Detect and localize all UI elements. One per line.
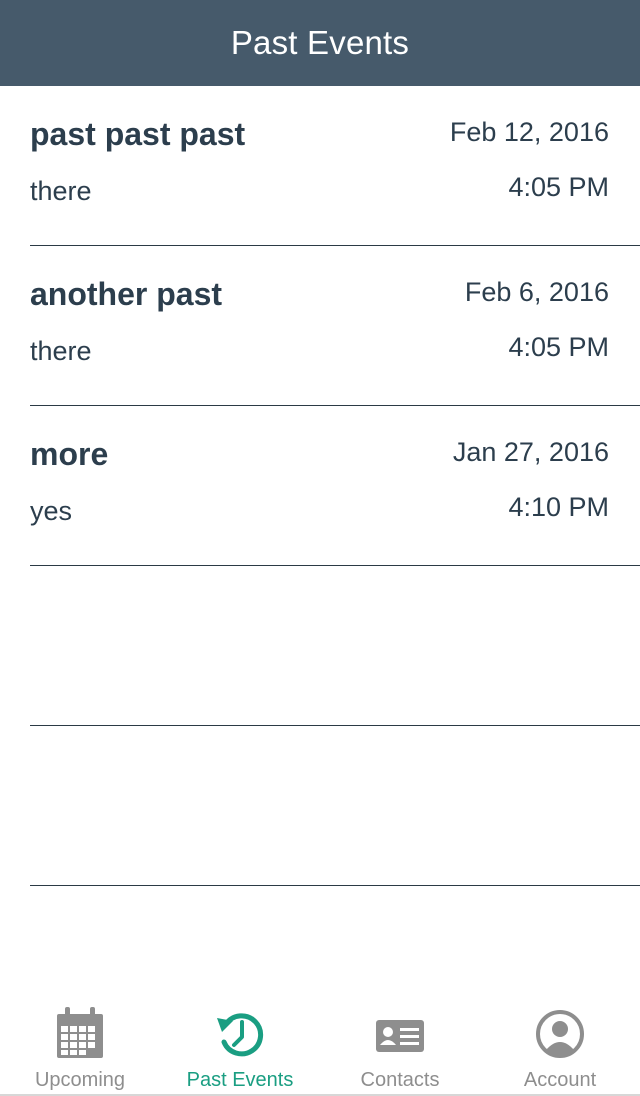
empty-row bbox=[30, 726, 640, 886]
contact-card-icon bbox=[376, 1020, 424, 1052]
event-row[interactable]: another past there Feb 6, 2016 4:05 PM bbox=[30, 246, 640, 406]
tab-bar: Upcoming Past Events Contacts Account bbox=[0, 1000, 640, 1096]
event-name: more bbox=[30, 436, 109, 472]
tab-past-events[interactable]: Past Events bbox=[160, 1000, 320, 1096]
account-icon bbox=[536, 1010, 584, 1058]
event-row[interactable]: more yes Jan 27, 2016 4:10 PM bbox=[30, 406, 640, 566]
event-date: Feb 6, 2016 bbox=[464, 277, 609, 307]
nav-bar: Past Events bbox=[0, 0, 640, 86]
event-location: yes bbox=[30, 496, 73, 526]
event-time: 4:05 PM bbox=[508, 332, 609, 362]
calendar-icon bbox=[57, 1007, 103, 1058]
tab-label: Upcoming bbox=[34, 1069, 126, 1091]
event-date: Jan 27, 2016 bbox=[452, 437, 609, 467]
event-name: another past bbox=[30, 276, 223, 312]
event-time: 4:10 PM bbox=[508, 492, 609, 522]
event-location: there bbox=[30, 336, 92, 366]
tab-contacts[interactable]: Contacts bbox=[320, 1000, 480, 1096]
event-name: past past past bbox=[30, 116, 246, 152]
tab-upcoming[interactable]: Upcoming bbox=[0, 1000, 160, 1096]
event-list: past past past there Feb 12, 2016 4:05 P… bbox=[0, 86, 640, 886]
event-location: there bbox=[30, 176, 92, 206]
history-icon bbox=[217, 1013, 264, 1057]
tab-account[interactable]: Account bbox=[480, 1000, 640, 1096]
page-title: Past Events bbox=[230, 24, 410, 61]
tab-label: Past Events bbox=[186, 1069, 294, 1091]
empty-row bbox=[30, 566, 640, 726]
tab-label: Contacts bbox=[360, 1069, 440, 1091]
event-row[interactable]: past past past there Feb 12, 2016 4:05 P… bbox=[30, 86, 640, 246]
event-date: Feb 12, 2016 bbox=[449, 117, 609, 147]
tab-label: Account bbox=[523, 1069, 597, 1091]
event-time: 4:05 PM bbox=[508, 172, 609, 202]
